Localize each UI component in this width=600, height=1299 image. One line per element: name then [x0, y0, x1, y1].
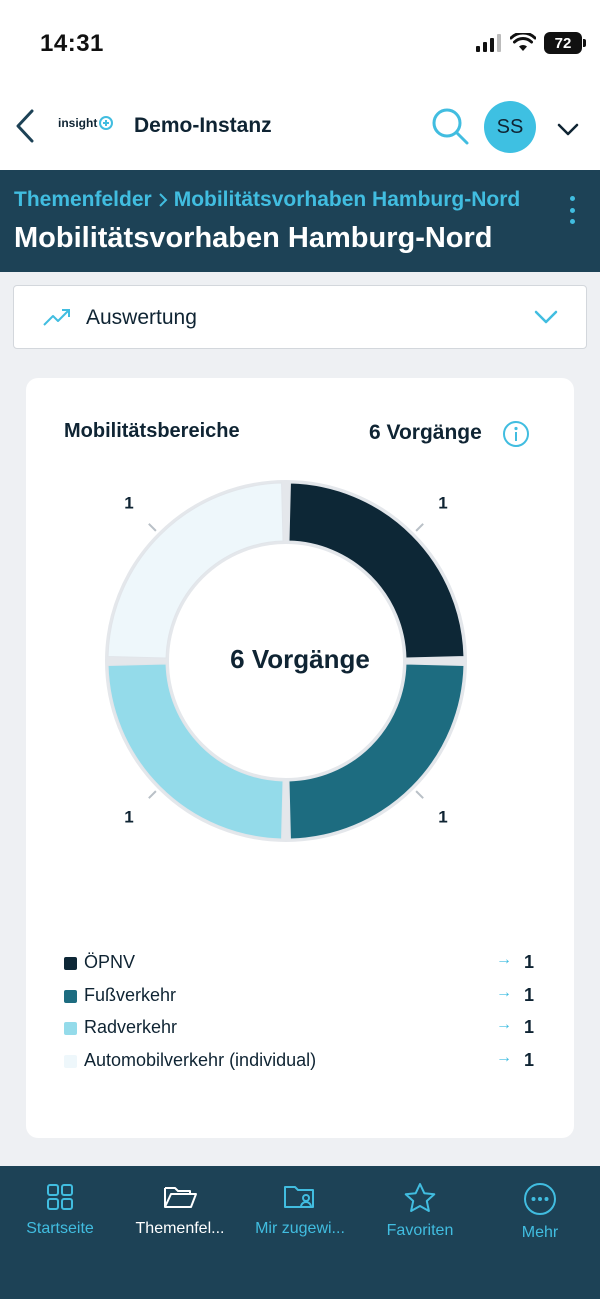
- app-bar: insight Demo-Instanz SS: [0, 88, 600, 170]
- arrow-right-icon: →: [496, 983, 512, 1001]
- breadcrumb: Themenfelder Mobilitätsvorhaben Hamburg-…: [14, 188, 520, 212]
- legend-item[interactable]: Fußverkehr → 1: [64, 981, 544, 1014]
- view-selector-label: Auswertung: [86, 306, 197, 329]
- legend-item[interactable]: Automobilverkehr (individual) → 1: [64, 1046, 544, 1079]
- legend-value: 1: [524, 952, 535, 972]
- grid-icon: [47, 1184, 73, 1210]
- view-selector[interactable]: Auswertung: [13, 285, 587, 349]
- instance-title: Demo-Instanz: [134, 114, 272, 137]
- legend-label: Radverkehr: [84, 1017, 178, 1037]
- bottom-tab-bar: Startseite Themenfel... Mir zugewi... Fa…: [0, 1166, 600, 1299]
- chart-card: Mobilitätsbereiche 6 Vorgänge 1 1 1 1 6 Vor…: [26, 378, 574, 1138]
- tab-favoriten[interactable]: Favoriten: [360, 1182, 480, 1252]
- legend-swatch: [64, 989, 77, 1003]
- chevron-down-icon: [534, 310, 558, 324]
- battery-level: 72: [554, 34, 572, 52]
- status-icons: 72: [476, 32, 586, 54]
- more-options-button[interactable]: [560, 192, 584, 228]
- card-title: Mobilitätsbereiche: [64, 420, 240, 442]
- legend-value: 1: [524, 1049, 535, 1070]
- battery-icon: 72: [544, 32, 586, 54]
- breadcrumb-item-themenfelder[interactable]: Themenfelder: [14, 188, 152, 212]
- donut-leader-line: [415, 790, 424, 799]
- back-button[interactable]: [10, 106, 40, 146]
- legend-swatch: [64, 957, 77, 970]
- info-button[interactable]: [502, 420, 530, 448]
- donut-segment: [107, 482, 284, 659]
- legend-swatch: [64, 1054, 77, 1068]
- arrow-right-icon: →: [496, 1048, 512, 1066]
- tab-startseite[interactable]: Startseite: [0, 1182, 120, 1252]
- legend-label: ÖPNV: [84, 952, 136, 972]
- brand-logo: insight: [58, 116, 114, 130]
- more-circle-icon: [524, 1183, 556, 1215]
- legend-label: Fußverkehr: [84, 984, 177, 1005]
- page-header: Themenfelder Mobilitätsvorhaben Hamburg-…: [0, 170, 600, 272]
- status-bar: 14:31 72: [0, 0, 600, 88]
- info-icon: [503, 421, 529, 447]
- legend-value: 1: [524, 984, 535, 1005]
- tab-label: Favoriten: [386, 1222, 454, 1239]
- tab-label: Themenfel...: [135, 1220, 225, 1237]
- donut-leader-line: [415, 523, 424, 532]
- trending-up-icon: [43, 309, 70, 326]
- donut-value-label: 1: [124, 807, 133, 826]
- legend-label: Automobilverkehr (individual): [84, 1049, 317, 1070]
- avatar-initials: SS: [496, 115, 524, 138]
- dot-icon: [569, 207, 575, 213]
- folder-open-icon: [164, 1187, 197, 1208]
- dot-icon: [569, 196, 575, 201]
- plus-circle-icon: [99, 116, 114, 130]
- tab-label: Startseite: [26, 1220, 94, 1237]
- tab-mir-zugewiesen[interactable]: Mir zugewi...: [240, 1182, 360, 1252]
- tab-label: Mir zugewi...: [255, 1220, 345, 1237]
- signal-icon: [476, 34, 501, 52]
- arrow-right-icon: →: [496, 1016, 512, 1033]
- legend-item[interactable]: ÖPNV → 1: [64, 948, 544, 981]
- star-icon: [404, 1183, 436, 1212]
- chevron-right-icon: [158, 193, 168, 207]
- search-icon: [432, 108, 469, 145]
- donut-center-label: 6 Vorgänge: [230, 644, 370, 674]
- legend-item[interactable]: Radverkehr → 1: [64, 1013, 544, 1046]
- chevron-left-icon: [16, 109, 34, 143]
- tab-label: Mehr: [521, 1224, 559, 1241]
- brand-name: insight: [58, 116, 98, 130]
- account-menu-button[interactable]: [555, 116, 581, 142]
- chart-legend: ÖPNV → 1 Fußverkehr → 1 Radverkehr → 1 Automobilv…: [64, 948, 544, 1078]
- donut-value-label: 1: [438, 494, 447, 513]
- donut-segment: [107, 663, 284, 840]
- tab-mehr[interactable]: Mehr: [480, 1182, 600, 1252]
- tab-themenfelder[interactable]: Themenfel...: [120, 1182, 240, 1252]
- legend-swatch: [64, 1022, 77, 1035]
- breadcrumb-item-current[interactable]: Mobilitätsvorhaben Hamburg-Nord: [174, 188, 521, 212]
- dot-icon: [569, 219, 575, 224]
- donut-leader-line: [148, 523, 157, 532]
- status-time: 14:31: [40, 30, 104, 57]
- wifi-icon: [510, 33, 536, 51]
- donut-value-label: 1: [438, 807, 447, 826]
- arrow-right-icon: →: [496, 951, 512, 968]
- page-title: Mobilitätsvorhaben Hamburg-Nord: [14, 222, 493, 254]
- legend-value: 1: [524, 1017, 535, 1037]
- chevron-down-icon: [557, 123, 579, 136]
- avatar[interactable]: SS: [484, 101, 536, 153]
- search-button[interactable]: [430, 106, 470, 146]
- donut-leader-line: [148, 790, 157, 799]
- folder-user-icon: [284, 1186, 314, 1208]
- card-count: 6 Vorgänge: [369, 421, 482, 444]
- donut-value-label: 1: [124, 494, 133, 513]
